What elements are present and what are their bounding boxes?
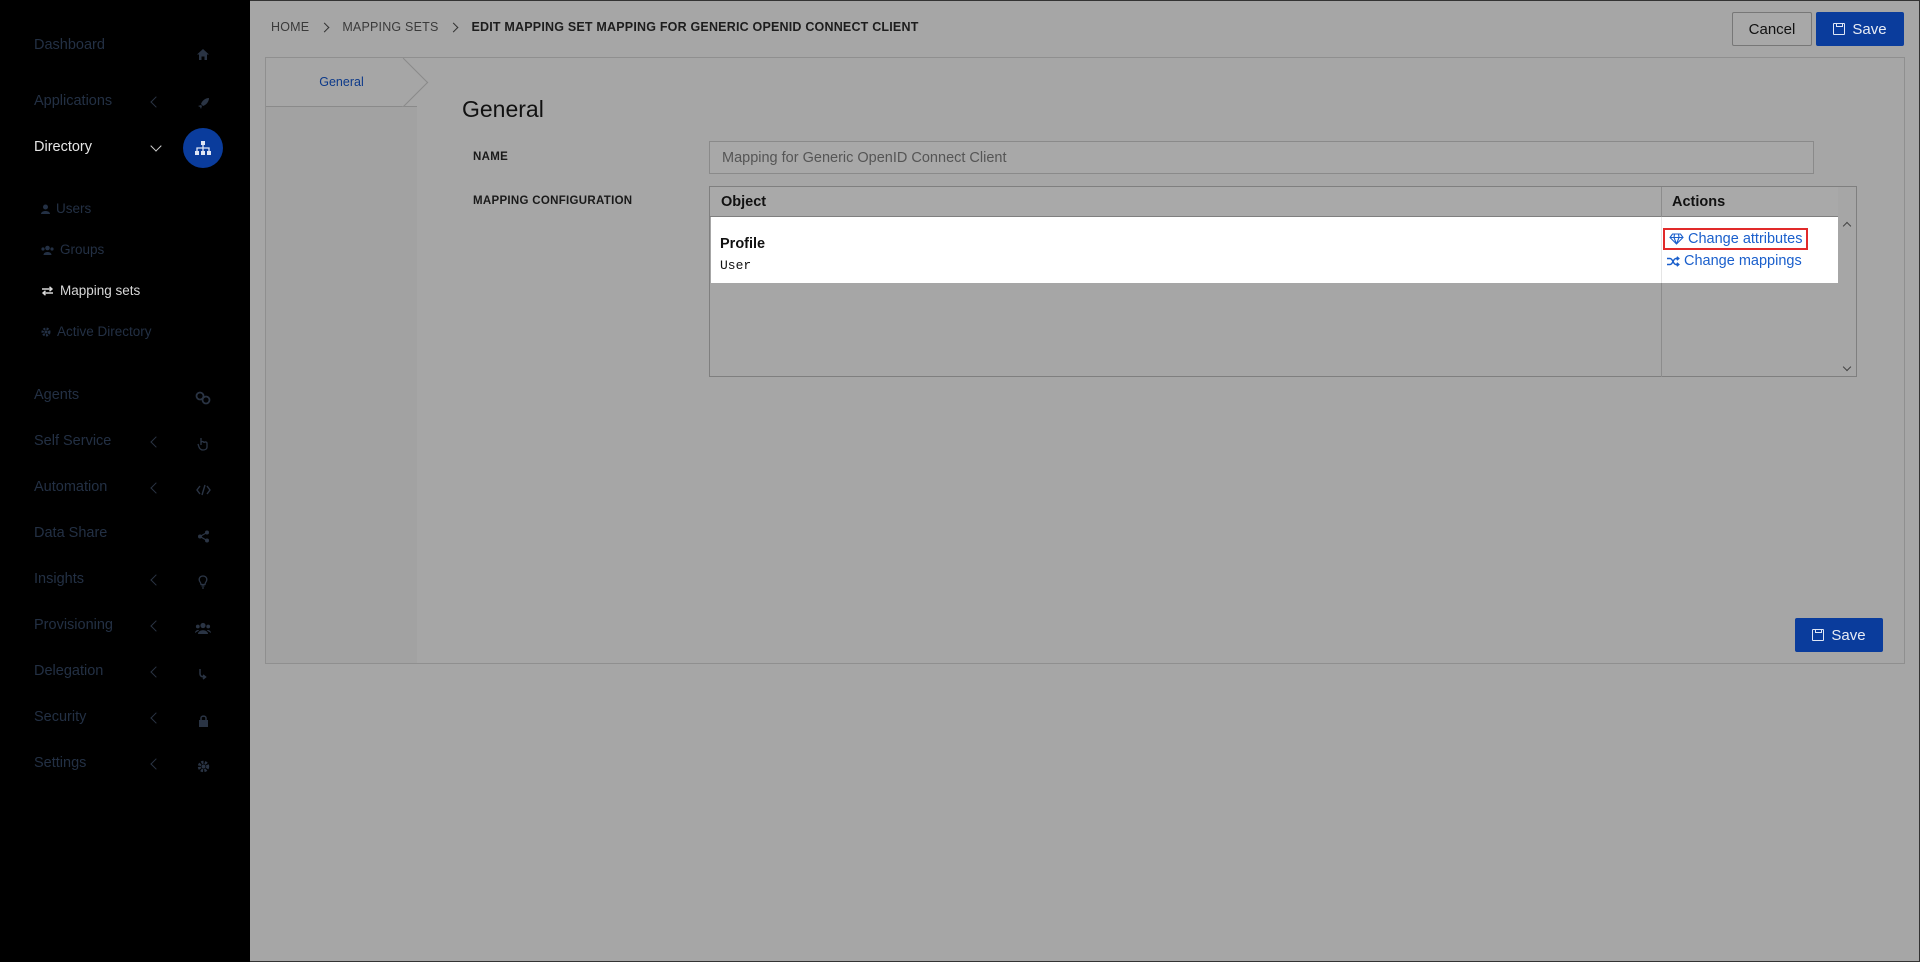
sidebar-item-label: Insights <box>34 571 84 587</box>
sidebar-subitem-groups[interactable]: Groups <box>41 242 104 257</box>
sidebar-item-security[interactable]: Security <box>34 709 86 725</box>
name-field[interactable] <box>709 141 1814 174</box>
sidebar-item-label: Provisioning <box>34 617 113 633</box>
grid-scrollbar[interactable] <box>1838 217 1856 376</box>
home-icon <box>194 45 212 63</box>
column-header-object[interactable]: Object <box>721 187 766 216</box>
chevron-left-icon <box>150 436 162 448</box>
footer-save-button[interactable]: Save <box>1795 618 1883 652</box>
tab-label: General <box>319 75 364 89</box>
tab-column: General <box>266 58 417 663</box>
gear-icon <box>41 327 51 336</box>
diamond-icon <box>1669 233 1684 245</box>
sidebar-subitem-users[interactable]: Users <box>41 201 91 216</box>
chevron-down-icon <box>150 140 162 152</box>
sidebar-subitem-label: Users <box>56 201 92 216</box>
sidebar-subitem-active-directory[interactable]: Active Directory <box>41 324 152 339</box>
breadcrumb-home[interactable]: HOME <box>271 20 309 34</box>
hand-icon <box>194 435 212 453</box>
exchange-icon <box>41 285 54 296</box>
change-attributes-link[interactable]: Change attributes <box>1662 228 1809 250</box>
sidebar-item-label: Automation <box>34 479 108 495</box>
rocket-icon <box>194 94 212 112</box>
grid-header: Object Actions <box>710 187 1838 217</box>
sidebar: Dashboard Applications Directory Users G… <box>0 0 250 962</box>
sidebar-subitem-label: Groups <box>60 242 105 257</box>
row-object-title: Profile <box>720 236 766 252</box>
change-mappings-link[interactable]: Change mappings <box>1666 253 1802 269</box>
chevron-left-icon <box>150 482 162 494</box>
sidebar-subitem-label: Mapping sets <box>60 283 141 298</box>
save-icon <box>1833 23 1846 35</box>
mapping-configuration-label: MAPPING CONFIGURATION <box>473 195 633 207</box>
sidebar-item-agents[interactable]: Agents <box>34 387 79 403</box>
lock-icon <box>194 711 212 729</box>
chevron-right-icon <box>319 22 330 32</box>
chevron-left-icon <box>150 96 162 108</box>
tab-active-arrow <box>400 58 436 107</box>
lightbulb-icon <box>194 573 212 591</box>
sidebar-item-automation[interactable]: Automation <box>34 479 107 495</box>
sidebar-item-applications[interactable]: Applications <box>34 93 112 109</box>
chevron-left-icon <box>150 712 162 724</box>
breadcrumb: HOME MAPPING SETS EDIT MAPPING SET MAPPI… <box>271 20 919 34</box>
row-object-type: User <box>720 258 752 273</box>
scroll-up-icon[interactable] <box>1842 221 1852 231</box>
sidebar-item-label: Security <box>34 709 87 725</box>
change-mappings-label: Change mappings <box>1684 253 1802 269</box>
share-icon <box>194 527 212 545</box>
sidebar-item-dashboard[interactable]: Dashboard <box>34 37 105 53</box>
scroll-down-icon[interactable] <box>1842 362 1852 372</box>
save-icon <box>1812 629 1825 641</box>
sidebar-item-data-share[interactable]: Data Share <box>34 525 107 541</box>
section-title: General <box>462 96 544 122</box>
sidebar-subitem-label: Active Directory <box>57 324 152 339</box>
chevron-left-icon <box>150 574 162 586</box>
sidebar-item-label: Data Share <box>34 525 108 541</box>
chevron-right-icon <box>449 22 459 32</box>
sidebar-item-label: Agents <box>34 387 80 403</box>
sidebar-item-label: Applications <box>34 93 113 109</box>
breadcrumb-mapping-sets[interactable]: MAPPING SETS <box>342 20 438 34</box>
chevron-left-icon <box>150 758 162 770</box>
agents-icon <box>194 389 212 407</box>
delegation-icon <box>194 665 212 683</box>
cancel-button-label: Cancel <box>1748 20 1796 38</box>
sidebar-item-self-service[interactable]: Self Service <box>34 433 111 449</box>
column-header-actions[interactable]: Actions <box>1672 187 1725 216</box>
table-row[interactable]: Profile User Change attributes Change ma… <box>711 217 1838 283</box>
sidebar-item-provisioning[interactable]: Provisioning <box>34 617 113 633</box>
save-button[interactable]: Save <box>1816 12 1904 46</box>
edit-panel: General General NAME MAPPING CONFIGURATI… <box>265 57 1905 664</box>
save-button-label: Save <box>1831 626 1866 644</box>
shuffle-icon <box>1667 255 1680 267</box>
code-icon <box>194 481 212 499</box>
sidebar-item-insights[interactable]: Insights <box>34 571 84 587</box>
chevron-left-icon <box>150 666 162 678</box>
users-icon <box>194 619 212 637</box>
gear-icon <box>194 757 212 775</box>
breadcrumb-current: EDIT MAPPING SET MAPPING FOR GENERIC OPE… <box>471 20 919 34</box>
sidebar-item-delegation[interactable]: Delegation <box>34 663 103 679</box>
sidebar-item-label: Directory <box>34 139 93 155</box>
sidebar-subitem-mapping-sets[interactable]: Mapping sets <box>41 283 140 298</box>
sidebar-item-label: Delegation <box>34 663 104 679</box>
mapping-grid: Object Actions Profile User Change attri… <box>709 186 1857 377</box>
sidebar-item-settings[interactable]: Settings <box>34 755 86 771</box>
sitemap-icon <box>183 128 223 168</box>
row-divider <box>1661 217 1662 283</box>
sidebar-item-label: Settings <box>34 755 87 771</box>
save-button-label: Save <box>1852 20 1887 38</box>
group-icon <box>41 245 54 255</box>
sidebar-item-directory[interactable]: Directory <box>34 139 92 155</box>
sidebar-item-label: Dashboard <box>34 37 105 53</box>
cancel-button[interactable]: Cancel <box>1732 12 1812 46</box>
chevron-left-icon <box>150 620 162 632</box>
tab-general[interactable]: General <box>266 58 417 107</box>
user-icon <box>41 204 50 214</box>
change-attributes-label: Change attributes <box>1688 231 1803 247</box>
name-label: NAME <box>473 151 509 163</box>
sidebar-item-label: Self Service <box>34 433 112 449</box>
